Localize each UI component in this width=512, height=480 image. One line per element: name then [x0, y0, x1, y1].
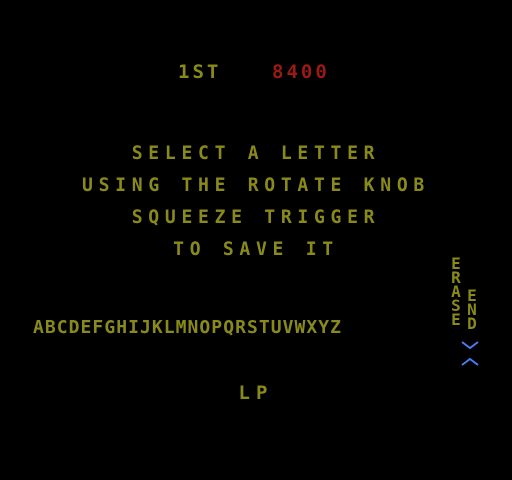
erase-option[interactable]: E R A S E [448, 256, 464, 329]
end-option[interactable]: E N D [464, 288, 480, 333]
rank-label: 1ST [178, 61, 222, 83]
entered-initials: LP [238, 382, 274, 404]
instruction-rotate-knob: USING THE ROTATE KNOB [82, 174, 430, 196]
instruction-squeeze-trigger: SQUEEZE TRIGGER [131, 206, 381, 228]
erase-letter: E [451, 310, 461, 329]
instruction-save-it: TO SAVE IT [173, 238, 339, 260]
end-letter: D [467, 314, 477, 333]
chevron-up-icon [461, 357, 479, 366]
score-value: 8400 [272, 61, 330, 83]
instruction-select-letter: SELECT A LETTER [131, 142, 381, 164]
high-score-entry-screen: 1ST 8400 SELECT A LETTER USING THE ROTAT… [0, 0, 512, 480]
alphabet-letter-row[interactable]: ABCDEFGHIJKLMNOPQRSTUVWXYZ [33, 318, 342, 338]
chevron-down-icon [461, 341, 479, 350]
